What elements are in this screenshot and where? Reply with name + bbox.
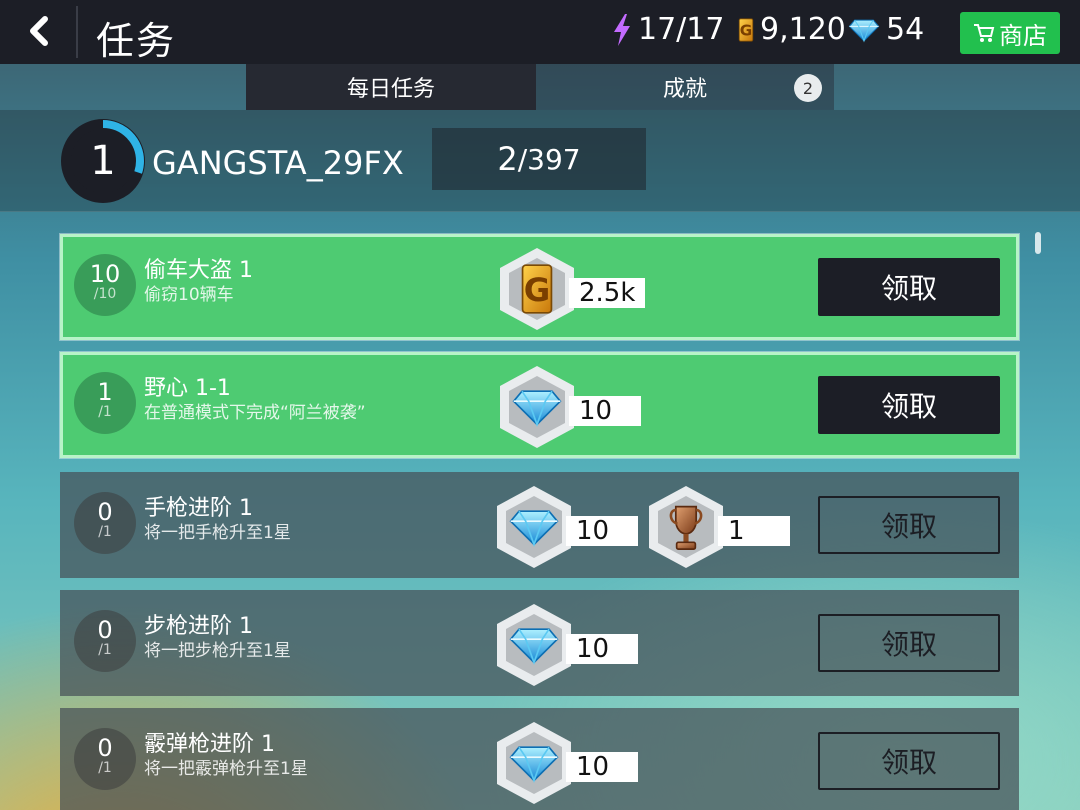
reward-amount: 10 — [569, 396, 641, 426]
achievements-badge: 2 — [794, 74, 822, 102]
quest-description: 将一把步枪升至1星 — [144, 641, 291, 661]
energy-value: 17/17 — [638, 12, 725, 47]
back-button[interactable] — [18, 10, 60, 52]
reward-amount: 10 — [566, 752, 638, 782]
reward-amount: 1 — [718, 516, 790, 546]
player-name: GANGSTA_29FX — [152, 144, 404, 182]
gem-icon — [509, 624, 559, 666]
player-level: 1 — [90, 138, 116, 184]
page-title: 任务 — [96, 19, 177, 63]
gem-value: 54 — [886, 12, 925, 47]
quest-count-total: /1 — [98, 760, 112, 776]
quest-card: 0 /1 霰弹枪进阶 1 将一把霰弹枪升至1星 10 领取 — [60, 708, 1019, 810]
quest-description: 偷窃10辆车 — [144, 285, 234, 305]
quest-count: 10 — [89, 260, 121, 288]
scrollbar[interactable] — [1035, 232, 1041, 254]
quest-card: 0 /1 手枪进阶 1 将一把手枪升至1星 10 1 领取 — [60, 472, 1019, 578]
quest-count-badge: 0 /1 — [74, 610, 136, 672]
tab-achievements[interactable]: 成就 — [536, 64, 834, 110]
gem-icon — [848, 17, 880, 43]
gem-icon — [512, 386, 562, 428]
claim-button[interactable]: 领取 — [818, 732, 1000, 790]
claim-button[interactable]: 领取 — [818, 614, 1000, 672]
quest-count: 1 — [97, 378, 113, 406]
claim-button[interactable]: 领取 — [818, 376, 1000, 434]
reward-amount: 10 — [566, 634, 638, 664]
claim-button[interactable]: 领取 — [818, 258, 1000, 316]
progress-current: 2 — [497, 140, 518, 178]
quest-count: 0 — [97, 616, 113, 644]
quest-count-badge: 0 /1 — [74, 728, 136, 790]
quest-count: 0 — [97, 734, 113, 762]
reward-amount: 10 — [566, 516, 638, 546]
cart-icon — [973, 23, 995, 43]
quest-count-total: /1 — [98, 404, 112, 420]
divider — [76, 6, 78, 58]
quest-description: 将一把手枪升至1星 — [144, 523, 291, 543]
gem-icon — [509, 742, 559, 784]
progress-total: /397 — [517, 142, 581, 176]
quest-count: 0 — [97, 498, 113, 526]
energy-counter: 17/17 — [612, 12, 724, 47]
claim-button[interactable]: 领取 — [818, 496, 1000, 554]
quest-description: 将一把霰弹枪升至1星 — [144, 759, 308, 779]
gem-icon — [509, 506, 559, 548]
quest-description: 在普通模式下完成“阿兰被袭” — [144, 403, 366, 423]
quest-count-total: /1 — [98, 524, 112, 540]
quest-count-badge: 0 /1 — [74, 492, 136, 554]
top-bar: 任务 17/17 9,120 54 商店 — [0, 0, 1080, 64]
tab-daily-quests[interactable]: 每日任务 — [246, 64, 536, 110]
shop-button[interactable]: 商店 — [960, 12, 1060, 54]
gem-counter: 54 — [848, 12, 924, 47]
quest-card: 0 /1 步枪进阶 1 将一把步枪升至1星 10 领取 — [60, 590, 1019, 696]
quest-card: 10 /10 偷车大盗 1 偷窃10辆车 2.5k 领取 — [60, 234, 1019, 340]
quest-count-badge: 10 /10 — [74, 254, 136, 316]
coin-value: 9,120 — [760, 12, 846, 47]
chevron-left-icon — [30, 16, 48, 46]
coin-icon — [738, 16, 754, 44]
quest-count-total: /10 — [93, 286, 117, 302]
coin-icon — [520, 263, 554, 315]
quest-count-total: /1 — [98, 642, 112, 658]
tab-bar: 每日任务 成就 2 — [246, 64, 834, 110]
shop-label: 商店 — [999, 21, 1047, 50]
quest-count-badge: 1 /1 — [74, 372, 136, 434]
trophy-icon — [669, 501, 703, 553]
quest-progress: 2/397 — [432, 128, 646, 190]
quest-card: 1 /1 野心 1-1 在普通模式下完成“阿兰被袭” 10 领取 — [60, 352, 1019, 458]
reward-amount: 2.5k — [569, 278, 646, 308]
coin-counter: 9,120 — [738, 12, 846, 47]
lightning-icon — [612, 13, 632, 46]
